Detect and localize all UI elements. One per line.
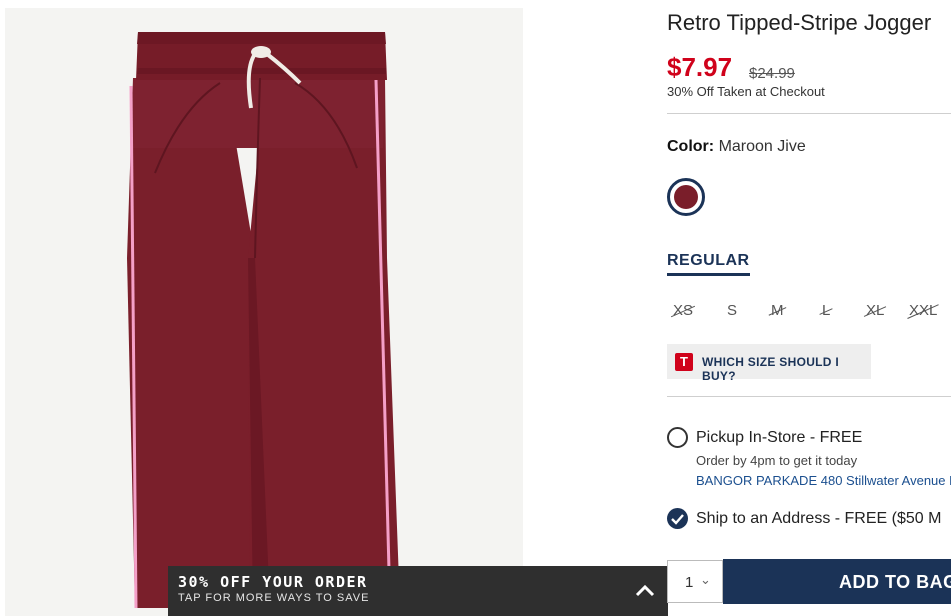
size-option-l[interactable]: L xyxy=(822,302,830,319)
size-selector: XS S M L XL XXL xyxy=(667,302,951,324)
checkmark-icon xyxy=(671,514,684,525)
chevron-down-icon: ⌄ xyxy=(700,572,711,587)
ship-radio[interactable] xyxy=(667,508,688,529)
product-details: Retro Tipped-Stripe Jogger $7.97 $24.99 … xyxy=(667,0,951,616)
divider xyxy=(667,396,951,397)
size-option-xs[interactable]: XS xyxy=(673,302,693,319)
product-image-panel: 30% OFF YOUR ORDER TAP FOR MORE WAYS TO … xyxy=(0,0,668,616)
size-option-s[interactable]: S xyxy=(727,302,737,319)
ship-option-label[interactable]: Ship to an Address - FREE ($50 M xyxy=(696,510,941,528)
pickup-option-label[interactable]: Pickup In-Store - FREE xyxy=(696,429,862,447)
size-guide-button[interactable]: T WHICH SIZE SHOULD I BUY? xyxy=(667,344,871,383)
color-label: Color: xyxy=(667,138,715,155)
sale-price: $7.97 xyxy=(667,52,733,82)
promo-headline: 30% OFF YOUR ORDER xyxy=(178,573,368,591)
chevron-up-icon[interactable] xyxy=(634,580,656,602)
discount-note: 30% Off Taken at Checkout xyxy=(667,84,825,99)
add-to-bag-button[interactable]: ADD TO BAG xyxy=(723,559,951,604)
color-name: Maroon Jive xyxy=(718,138,806,155)
pickup-radio[interactable] xyxy=(667,427,688,448)
quantity-value: 1 xyxy=(685,574,694,591)
divider xyxy=(667,113,951,114)
color-label-row: Color: Maroon Jive xyxy=(667,138,806,156)
promo-subline: TAP FOR MORE WAYS TO SAVE xyxy=(178,592,370,604)
color-swatch-maroon[interactable] xyxy=(667,178,705,216)
fit-tab-regular[interactable]: REGULAR xyxy=(667,252,750,276)
store-link[interactable]: BANGOR PARKADE 480 Stillwater Avenue B xyxy=(696,473,951,488)
product-title: Retro Tipped-Stripe Jogger xyxy=(667,10,932,35)
size-option-xxl[interactable]: XXL xyxy=(909,302,937,319)
quantity-select[interactable]: 1 ⌄ xyxy=(667,560,723,603)
pickup-note: Order by 4pm to get it today xyxy=(696,453,858,468)
original-price: $24.99 xyxy=(749,65,795,82)
promo-banner[interactable]: 30% OFF YOUR ORDER TAP FOR MORE WAYS TO … xyxy=(168,566,668,616)
size-guide-icon: T xyxy=(675,353,693,371)
size-guide-label: WHICH SIZE SHOULD I BUY? xyxy=(702,355,840,383)
add-to-bag-label: ADD TO BAG xyxy=(839,572,951,592)
product-photo[interactable] xyxy=(5,8,523,616)
size-option-xl[interactable]: XL xyxy=(866,302,884,319)
size-option-m[interactable]: M xyxy=(771,302,784,319)
